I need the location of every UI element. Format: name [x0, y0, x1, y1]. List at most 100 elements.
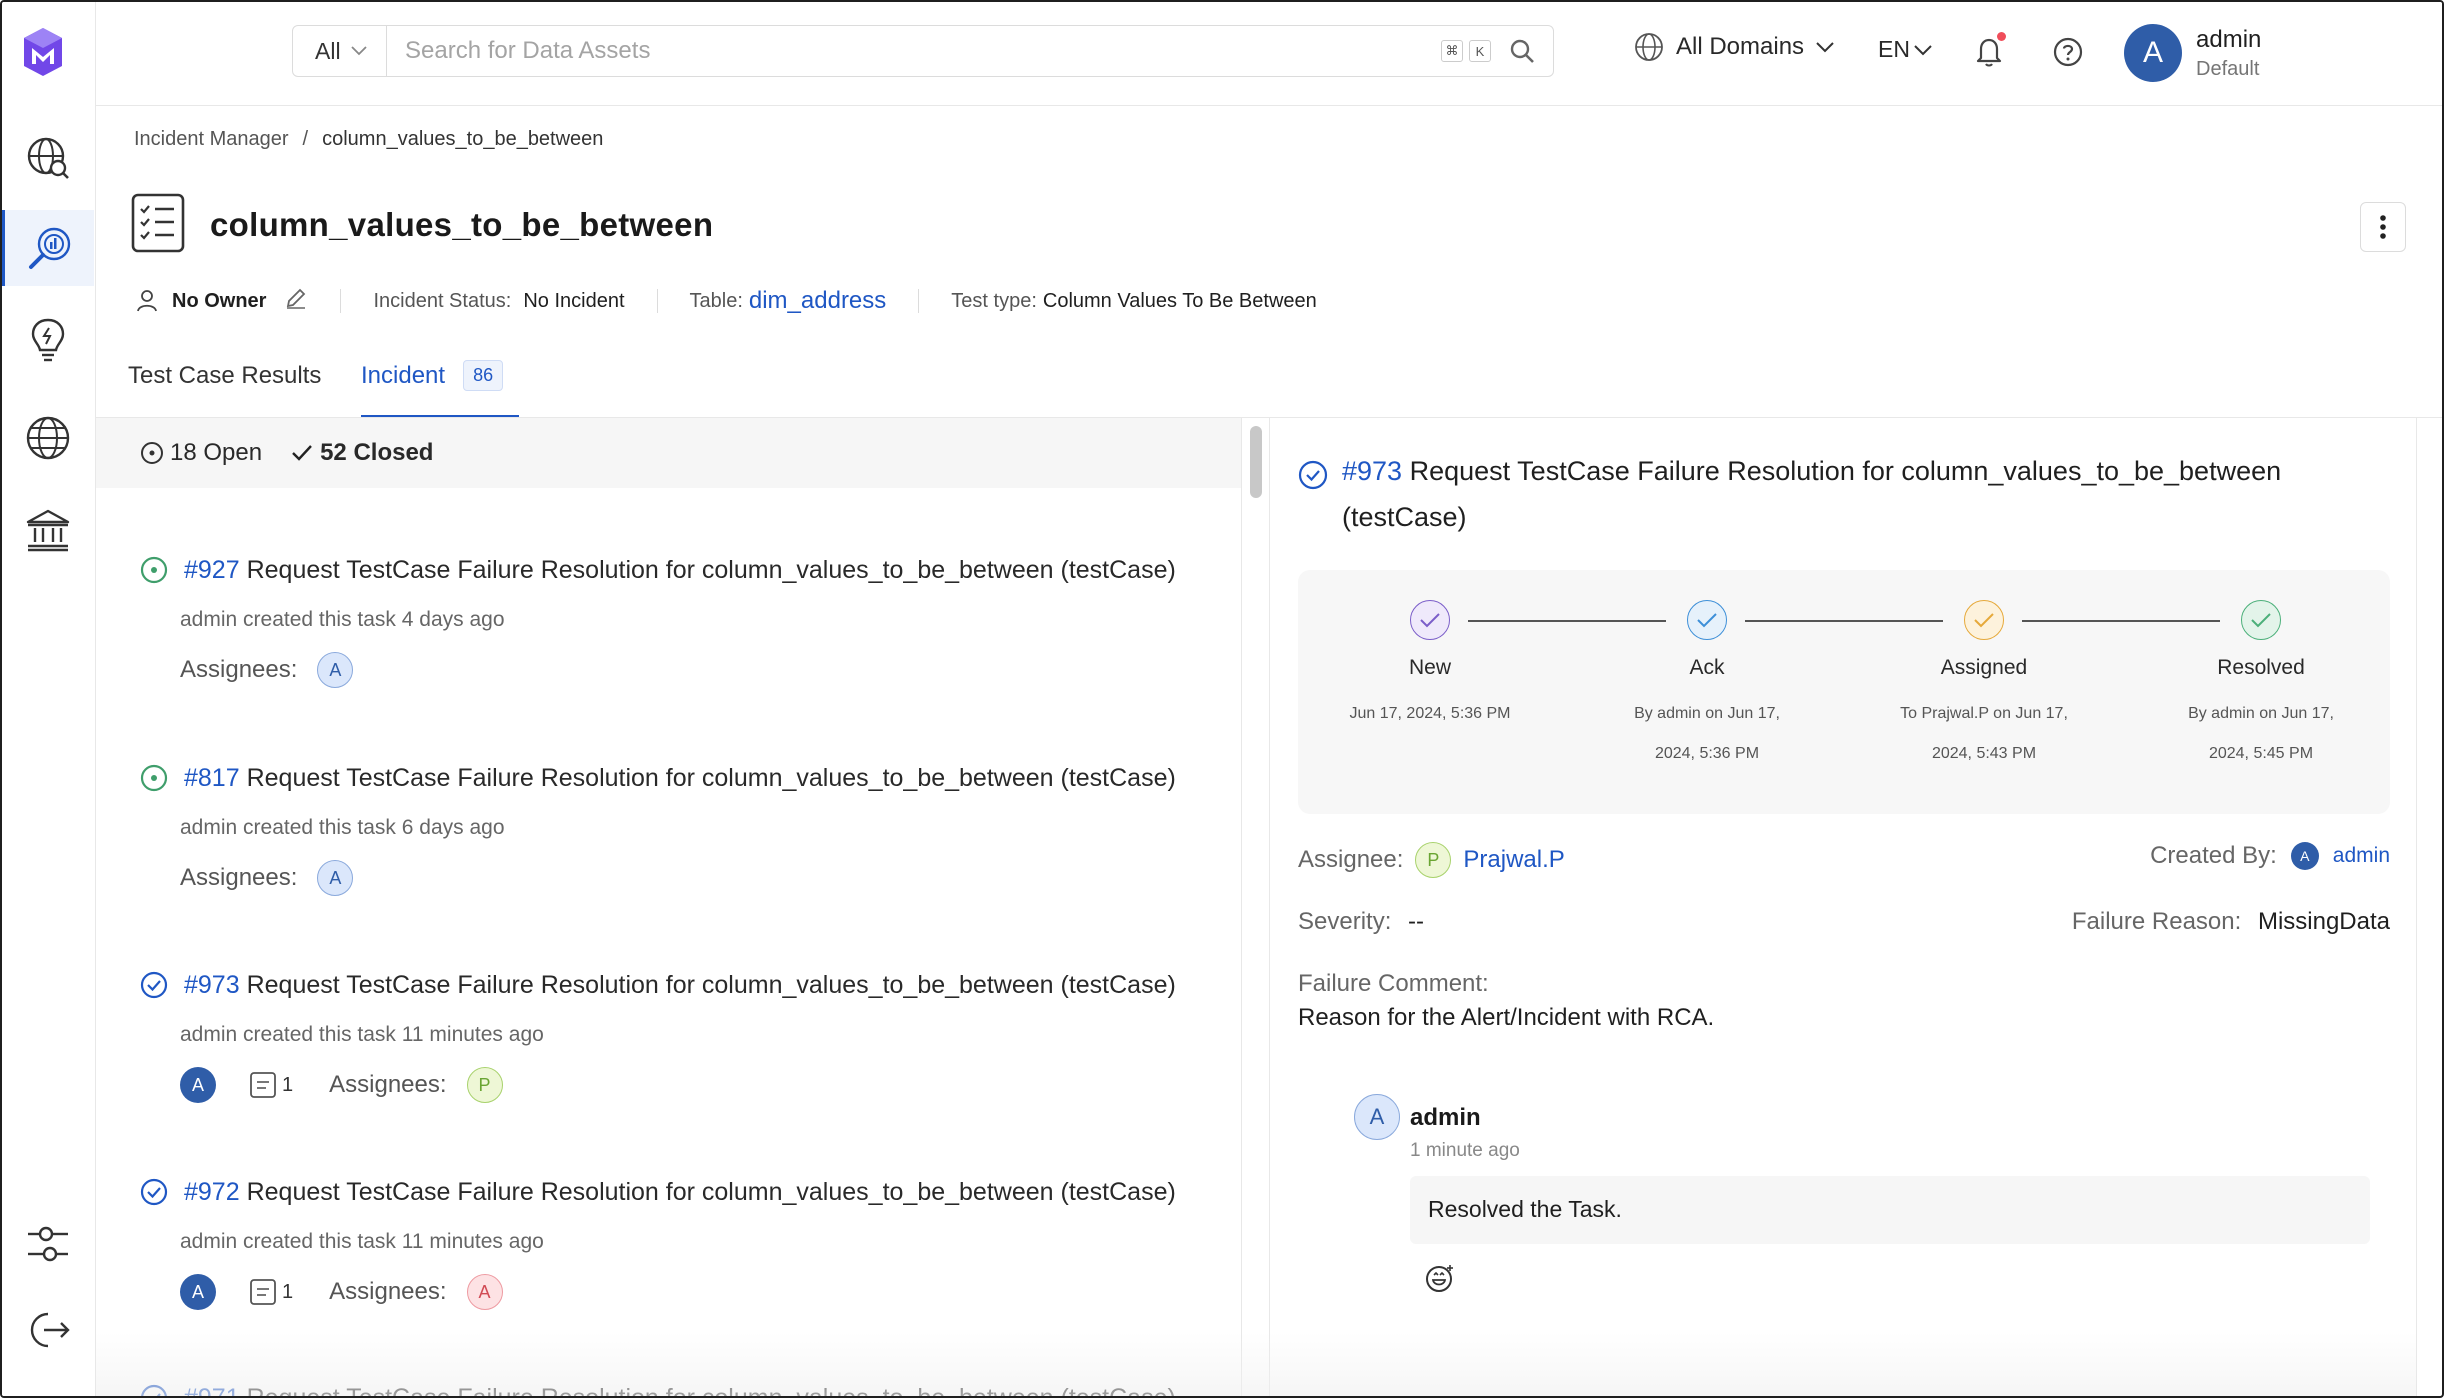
nav-logout[interactable] [2, 1292, 94, 1368]
comment-icon [250, 1072, 276, 1098]
page-title: column_values_to_be_between [210, 206, 714, 243]
incident-stepper: New Jun 17, 2024, 5:36 PM Ack By admin o… [1298, 570, 2390, 814]
domain-selector[interactable]: All Domains [1634, 32, 1834, 62]
user-role: Default [2196, 58, 2260, 80]
explore-icon [27, 137, 69, 179]
task-footer: A 1 Assignees: P [180, 1065, 1220, 1105]
list-scroll-thumb[interactable] [1250, 426, 1262, 498]
task-id[interactable]: #817 [184, 764, 240, 792]
nav-settings[interactable] [2, 1206, 94, 1282]
nav-explore[interactable] [2, 120, 94, 196]
open-task-icon [140, 764, 168, 792]
k-key: K [1469, 40, 1491, 62]
step-info-line: To Prajwal.P on Jun 17, [1900, 705, 2068, 722]
step-info: Jun 17, 2024, 5:36 PM [1320, 694, 1540, 734]
edit-icon [287, 288, 306, 309]
task-subtitle: admin created this task 11 minutes ago [180, 1230, 544, 1253]
avatar[interactable]: A [317, 860, 354, 896]
task-header: #927 Request TestCase Failure Resolution… [140, 552, 1220, 588]
created-by-link[interactable]: admin [2333, 844, 2390, 868]
closed-filter[interactable]: 52 Closed [290, 439, 433, 467]
task-title: Request TestCase Failure Resolution for … [246, 970, 1176, 999]
step-name: Ack [1689, 656, 1725, 679]
open-task-icon [140, 556, 168, 584]
task-id[interactable]: #972 [184, 1178, 240, 1206]
comment-count[interactable]: 1 [248, 1277, 293, 1307]
avatar[interactable]: A [466, 1274, 503, 1310]
open-filter[interactable]: 18 Open [140, 439, 262, 467]
nav-governance[interactable] [2, 492, 94, 568]
avatar[interactable]: P [466, 1067, 503, 1103]
user-name[interactable]: admin [2196, 26, 2261, 54]
add-reaction-button[interactable] [1424, 1262, 1456, 1299]
task-subtitle: admin created this task 11 minutes ago [180, 1023, 544, 1046]
test-case-meta: No Owner Incident Status: No Incident Ta… [136, 286, 1317, 316]
search-button[interactable] [1509, 26, 1535, 76]
avatar[interactable]: A [180, 1274, 216, 1310]
detail-task-id: #973 [1342, 456, 1403, 486]
nav-domains[interactable] [2, 400, 94, 476]
assignees-label: Assignees: [329, 1071, 447, 1098]
help-icon [2053, 37, 2083, 67]
test-type-value: Column Values To Be Between [1042, 289, 1317, 312]
list-scrollbar[interactable] [1244, 418, 1270, 1396]
task-header: #971 Request TestCase Failure Resolution… [140, 1380, 1220, 1398]
nav-data-quality[interactable] [2, 210, 94, 286]
assignee-link[interactable]: Prajwal.P [1463, 846, 1564, 874]
avatar[interactable]: A [317, 652, 354, 688]
task-header: #973 Request TestCase Failure Resolution… [140, 967, 1220, 1003]
search-scope-label: All [315, 37, 341, 64]
list-item[interactable]: #817 Request TestCase Failure Resolution… [140, 760, 1220, 898]
search-input[interactable] [387, 26, 1441, 76]
incident-detail: #973 Request TestCase Failure Resolution… [1272, 418, 2417, 1396]
avatar[interactable]: A [1354, 1094, 1400, 1140]
task-id[interactable]: #971 [184, 1384, 240, 1397]
nav-insights[interactable] [2, 302, 94, 378]
tab-test-case-results[interactable]: Test Case Results [128, 362, 361, 418]
tab-incident[interactable]: Incident 86 [361, 360, 520, 418]
step-new: New Jun 17, 2024, 5:36 PM [1320, 600, 1540, 734]
step-info: By admin on Jun 17, 2024, 5:45 PM [2151, 694, 2371, 774]
step-info-line: 2024, 5:43 PM [1931, 745, 2037, 762]
insights-icon [31, 318, 65, 362]
failure-comment-label: Failure Comment: [1298, 970, 1489, 997]
step-info-line: 2024, 5:36 PM [1654, 745, 1760, 762]
avatar[interactable]: P [1415, 842, 1452, 878]
list-item[interactable]: #973 Request TestCase Failure Resolution… [140, 967, 1220, 1105]
detail-scrollbar[interactable] [2416, 418, 2442, 1396]
chevron-down-icon [350, 46, 367, 56]
task-footer: Assignees: A [180, 650, 1220, 690]
tab-bar: Test Case Results Incident 86 [128, 360, 520, 418]
assignees-label: Assignees: [329, 1278, 447, 1305]
check-icon [1410, 600, 1450, 640]
detail-title: #973 Request TestCase Failure Resolution… [1298, 448, 2378, 540]
table-link[interactable]: dim_address [749, 287, 886, 315]
notifications-button[interactable] [1972, 32, 2008, 70]
more-actions-button[interactable] [2360, 202, 2406, 252]
task-header: #817 Request TestCase Failure Resolution… [140, 760, 1220, 796]
avatar[interactable]: A [2290, 842, 2319, 870]
list-item[interactable]: #971 Request TestCase Failure Resolution… [140, 1380, 1220, 1398]
incident-count-badge: 86 [463, 360, 504, 391]
assignees-label: Assignees: [180, 864, 298, 891]
step-info: To Prajwal.P on Jun 17, 2024, 5:43 PM [1874, 694, 2094, 774]
task-title: Request TestCase Failure Resolution for … [246, 1383, 1176, 1398]
list-item[interactable]: #927 Request TestCase Failure Resolution… [140, 552, 1220, 690]
app-logo[interactable] [20, 26, 66, 78]
language-selector[interactable]: EN [1878, 36, 1932, 63]
help-button[interactable] [2052, 36, 2084, 73]
table-label: Table: [689, 289, 743, 312]
edit-owner-button[interactable] [284, 286, 308, 316]
breadcrumb-root[interactable]: Incident Manager [134, 128, 289, 151]
task-id[interactable]: #927 [184, 556, 240, 584]
task-id[interactable]: #973 [184, 971, 240, 999]
avatar[interactable]: A [180, 1067, 216, 1103]
search-scope-select[interactable]: All [293, 26, 387, 76]
step-info: By admin on Jun 17, 2024, 5:36 PM [1597, 694, 1817, 774]
comment-count[interactable]: 1 [248, 1070, 293, 1100]
severity-label: Severity: [1298, 908, 1392, 935]
list-item[interactable]: #972 Request TestCase Failure Resolution… [140, 1174, 1220, 1312]
task-status-filter: 18 Open 52 Closed [96, 418, 1241, 488]
user-avatar[interactable]: A [2124, 24, 2182, 82]
severity-value[interactable]: -- [1408, 908, 1424, 935]
